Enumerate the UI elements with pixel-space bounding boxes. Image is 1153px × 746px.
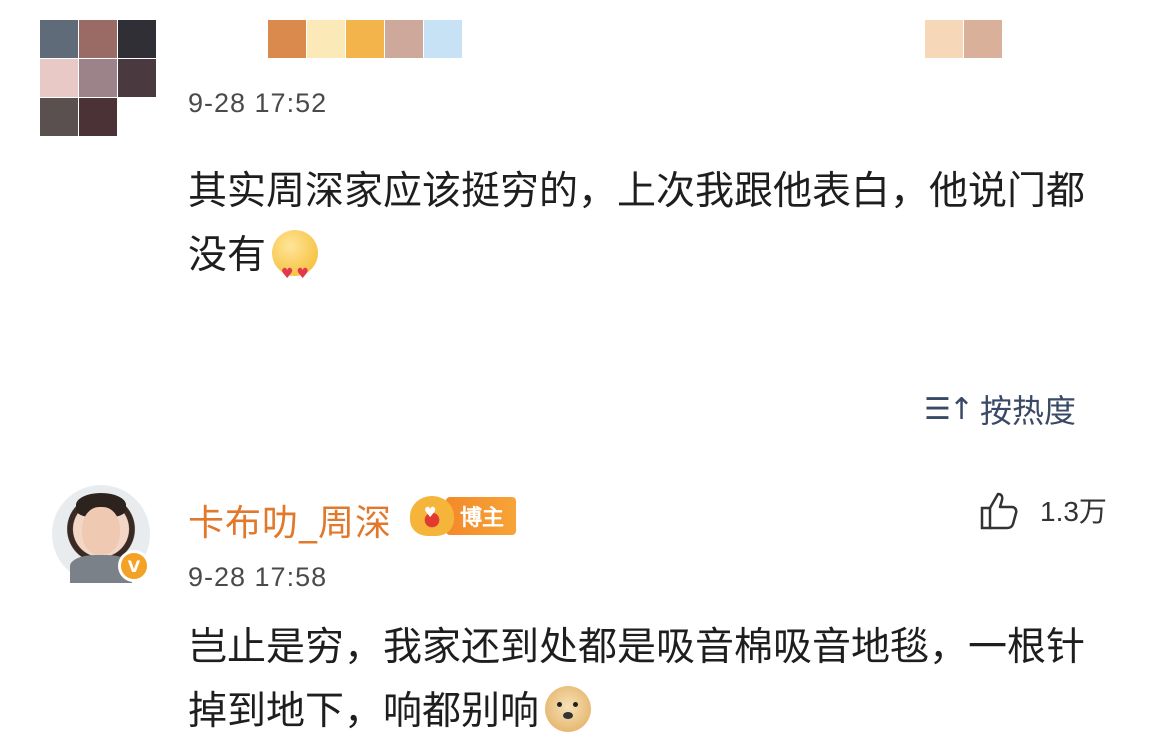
heart-eyes-emoji <box>272 230 319 306</box>
comment-text: 岂止是穷，我家还到处都是吸音棉吸音地毯，一根针掉到地下，响都别响 <box>188 616 1118 744</box>
doge-emoji <box>545 686 592 732</box>
mosaic-tile <box>79 20 117 58</box>
mosaic-tile <box>40 98 78 136</box>
mosaic-tile <box>118 59 156 97</box>
mosaic-tile <box>925 20 963 58</box>
mosaic-tile <box>346 20 384 58</box>
mosaic-tile <box>79 59 117 97</box>
mosaic-tile <box>424 20 462 58</box>
mosaic-tile <box>118 20 156 58</box>
pixelated-avatar[interactable] <box>40 20 156 136</box>
crown-icon <box>410 496 454 536</box>
avatar-face <box>82 507 120 555</box>
mosaic-tile <box>964 20 1002 58</box>
like-button[interactable]: 1.3万 <box>978 488 1107 532</box>
mosaic-tile <box>118 98 156 136</box>
comment-time: 9-28 17:52 <box>188 88 328 118</box>
mosaic-tile <box>40 20 78 58</box>
sort-label: 按热度 <box>980 392 1077 430</box>
sort-icon: ☰↑ <box>924 391 974 427</box>
mosaic-tile <box>40 59 78 97</box>
pixelated-username[interactable] <box>268 20 462 58</box>
badge-label: 博主 <box>446 497 517 535</box>
comment-text: 其实周深家应该挺穷的，上次我跟他表白，他说门都没有 <box>188 160 1118 306</box>
mosaic-tile <box>385 20 423 58</box>
sort-by-hot-button[interactable]: ☰↑ 按热度 <box>924 386 1076 432</box>
blogger-badge: 博主 <box>410 496 517 536</box>
username[interactable]: 卡布叻_周深 <box>188 494 392 546</box>
comment-time: 9-28 17:58 <box>188 562 328 592</box>
comment-body: 其实周深家应该挺穷的，上次我跟他表白，他说门都没有 <box>188 169 1086 278</box>
mosaic-tile <box>268 20 306 58</box>
mosaic-tile <box>79 98 117 136</box>
thumbs-up-icon <box>980 492 1018 530</box>
verified-badge-icon: V <box>118 550 150 582</box>
like-count: 1.3万 <box>1040 496 1107 527</box>
pixelated-badge <box>925 20 1002 58</box>
mosaic-tile <box>307 20 345 58</box>
comment-body: 岂止是穷，我家还到处都是吸音棉吸音地毯，一根针掉到地下，响都别响 <box>188 625 1086 734</box>
